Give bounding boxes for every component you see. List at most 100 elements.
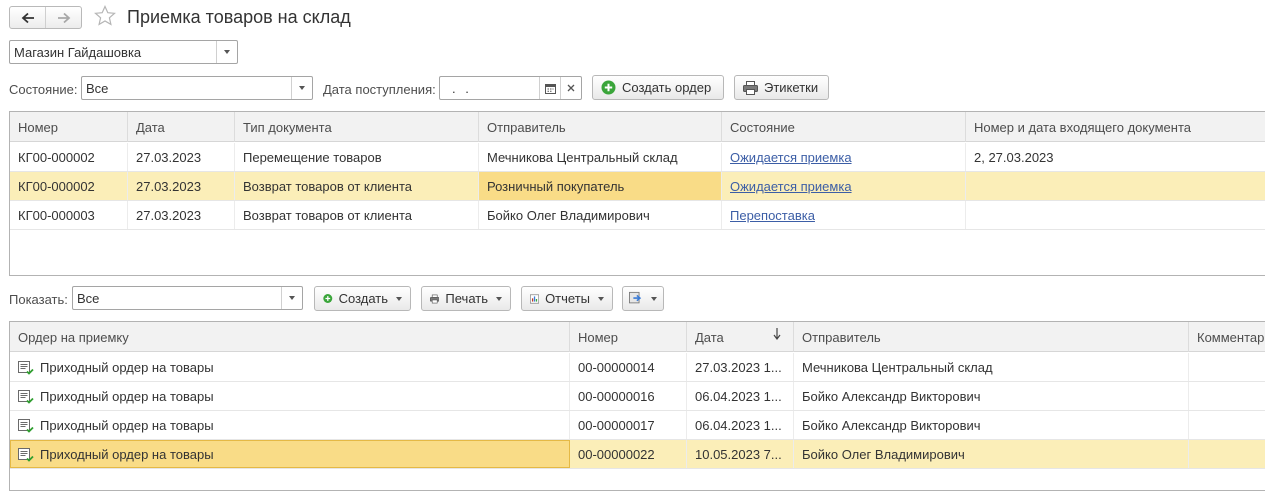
date-field[interactable]: . . — [439, 76, 582, 100]
clear-icon[interactable] — [560, 77, 581, 99]
cell-doc-type: Возврат товаров от клиента — [235, 172, 479, 200]
table-row-selected[interactable]: Приходный ордер на товары 00-00000022 10… — [10, 440, 1265, 469]
navigation-buttons — [9, 6, 82, 29]
show-select[interactable]: Все — [72, 286, 303, 310]
chevron-down-icon — [598, 296, 604, 301]
calendar-icon[interactable] — [539, 77, 560, 99]
column-header[interactable]: Отправитель — [794, 322, 1189, 352]
reports-button-label: Отчеты — [545, 291, 590, 306]
cell-number: 00-00000016 — [570, 382, 687, 410]
page-title: Приемка товаров на склад — [127, 7, 351, 27]
reports-button[interactable]: Отчеты — [521, 286, 613, 311]
cell-comment — [1189, 411, 1265, 439]
cell-sender: Бойко Олег Владимирович — [794, 440, 1189, 468]
cell-sender: Мечникова Центральный склад — [794, 353, 1189, 381]
column-header[interactable]: Номер и дата входящего документа — [966, 112, 1265, 142]
state-link[interactable]: Ожидается приемка — [730, 179, 852, 194]
cell-state: Ожидается приемка — [722, 143, 966, 171]
column-header[interactable]: Отправитель — [479, 112, 722, 142]
create-button[interactable]: Создать — [314, 286, 411, 311]
state-link[interactable]: Ожидается приемка — [730, 150, 852, 165]
cell-state: Перепоставка — [722, 201, 966, 229]
cell-doc-type: Перемещение товаров — [235, 143, 479, 171]
favorite-star-icon[interactable] — [93, 4, 117, 31]
cell-number: КГ00-000003 — [10, 201, 128, 229]
forward-button[interactable] — [45, 7, 81, 28]
state-link[interactable]: Перепоставка — [730, 208, 815, 223]
cell-date: 27.03.2023 — [128, 172, 235, 200]
cell-comment — [1189, 440, 1265, 468]
cell-date: 06.04.2023 1... — [687, 411, 794, 439]
cell-sender: Бойко Александр Викторович — [794, 382, 1189, 410]
create-button-label: Создать — [338, 291, 388, 306]
table-row[interactable]: КГ00-000003 27.03.2023 Возврат товаров о… — [10, 201, 1265, 230]
printer-icon — [430, 294, 440, 303]
column-header[interactable]: Комментарий — [1189, 322, 1265, 352]
column-header-label: Дата — [695, 330, 724, 345]
column-header[interactable]: Номер — [570, 322, 687, 352]
cell-doc-type: Возврат товаров от клиента — [235, 201, 479, 229]
chevron-down-icon[interactable] — [291, 77, 312, 99]
cell-incoming-doc: 2, 27.03.2023 — [974, 150, 1054, 165]
state-select[interactable]: Все — [81, 76, 313, 100]
column-header[interactable]: Состояние — [722, 112, 966, 142]
column-header[interactable]: Дата — [687, 322, 794, 352]
cell-sender: Бойко Олег Владимирович — [479, 201, 722, 229]
cell-sender-current: Розничный покупатель — [479, 172, 722, 200]
receipt-order-icon — [18, 419, 34, 433]
cell-number: 00-00000022 — [570, 440, 687, 468]
chevron-down-icon — [496, 296, 502, 301]
plus-circle-icon — [601, 80, 616, 95]
date-label: Дата поступления: — [323, 82, 436, 97]
print-button[interactable]: Печать — [421, 286, 511, 311]
table-row[interactable]: КГ00-000002 27.03.2023 Перемещение товар… — [10, 143, 1265, 172]
show-select-value: Все — [77, 291, 100, 306]
cell-number: КГ00-000002 — [10, 143, 128, 171]
order-label: Приходный ордер на товары — [40, 360, 214, 375]
column-header[interactable]: Дата — [128, 112, 235, 142]
cell-order-current: Приходный ордер на товары — [10, 440, 570, 468]
receipt-order-icon — [18, 448, 34, 462]
state-select-value: Все — [86, 81, 109, 96]
column-header[interactable]: Ордер на приемку — [10, 322, 570, 352]
cell-state: Ожидается приемка — [722, 172, 966, 200]
cell-number: 00-00000014 — [570, 353, 687, 381]
create-order-button[interactable]: Создать ордер — [592, 75, 724, 100]
back-button[interactable] — [10, 7, 45, 28]
chevron-down-icon — [651, 296, 657, 301]
column-header[interactable]: Тип документа — [235, 112, 479, 142]
cell-comment — [1189, 382, 1265, 410]
create-order-label: Создать ордер — [622, 80, 712, 95]
chevron-down-icon[interactable] — [281, 287, 302, 309]
store-select-value: Магазин Гайдашовка — [14, 45, 142, 60]
store-select[interactable]: Магазин Гайдашовка — [9, 40, 238, 64]
cell-date: 06.04.2023 1... — [687, 382, 794, 410]
order-label: Приходный ордер на товары — [40, 389, 214, 404]
column-header[interactable]: Номер — [10, 112, 128, 142]
table-row-selected[interactable]: КГ00-000002 27.03.2023 Возврат товаров о… — [10, 172, 1265, 201]
report-chart-icon — [530, 293, 540, 304]
export-button[interactable] — [622, 286, 664, 311]
cell-order: Приходный ордер на товары — [10, 382, 570, 410]
cell-order: Приходный ордер на товары — [10, 353, 570, 381]
arrow-right-icon — [57, 12, 70, 23]
table-row[interactable]: Приходный ордер на товары 00-00000016 06… — [10, 382, 1265, 411]
labels-button[interactable]: Этикетки — [734, 75, 829, 100]
order-label: Приходный ордер на товары — [40, 447, 214, 462]
printer-icon — [743, 80, 758, 95]
table-row[interactable]: Приходный ордер на товары 00-00000017 06… — [10, 411, 1265, 440]
cell-date: 27.03.2023 — [128, 201, 235, 229]
chevron-down-icon[interactable] — [216, 41, 237, 63]
cell-sender: Мечникова Центральный склад — [479, 143, 722, 171]
export-icon — [629, 291, 642, 304]
chevron-down-icon — [396, 296, 402, 301]
cell-date: 27.03.2023 — [128, 143, 235, 171]
cell-number: КГ00-000002 — [10, 172, 128, 200]
table-row[interactable]: Приходный ордер на товары 00-00000014 27… — [10, 353, 1265, 382]
cell-number: 00-00000017 — [570, 411, 687, 439]
labels-button-label: Этикетки — [764, 80, 819, 95]
plus-circle-icon — [323, 294, 333, 303]
cell-date: 10.05.2023 7... — [687, 440, 794, 468]
reception-documents-table: Номер Дата Тип документа Отправитель Сос… — [9, 111, 1265, 276]
receipt-order-icon — [18, 361, 34, 375]
